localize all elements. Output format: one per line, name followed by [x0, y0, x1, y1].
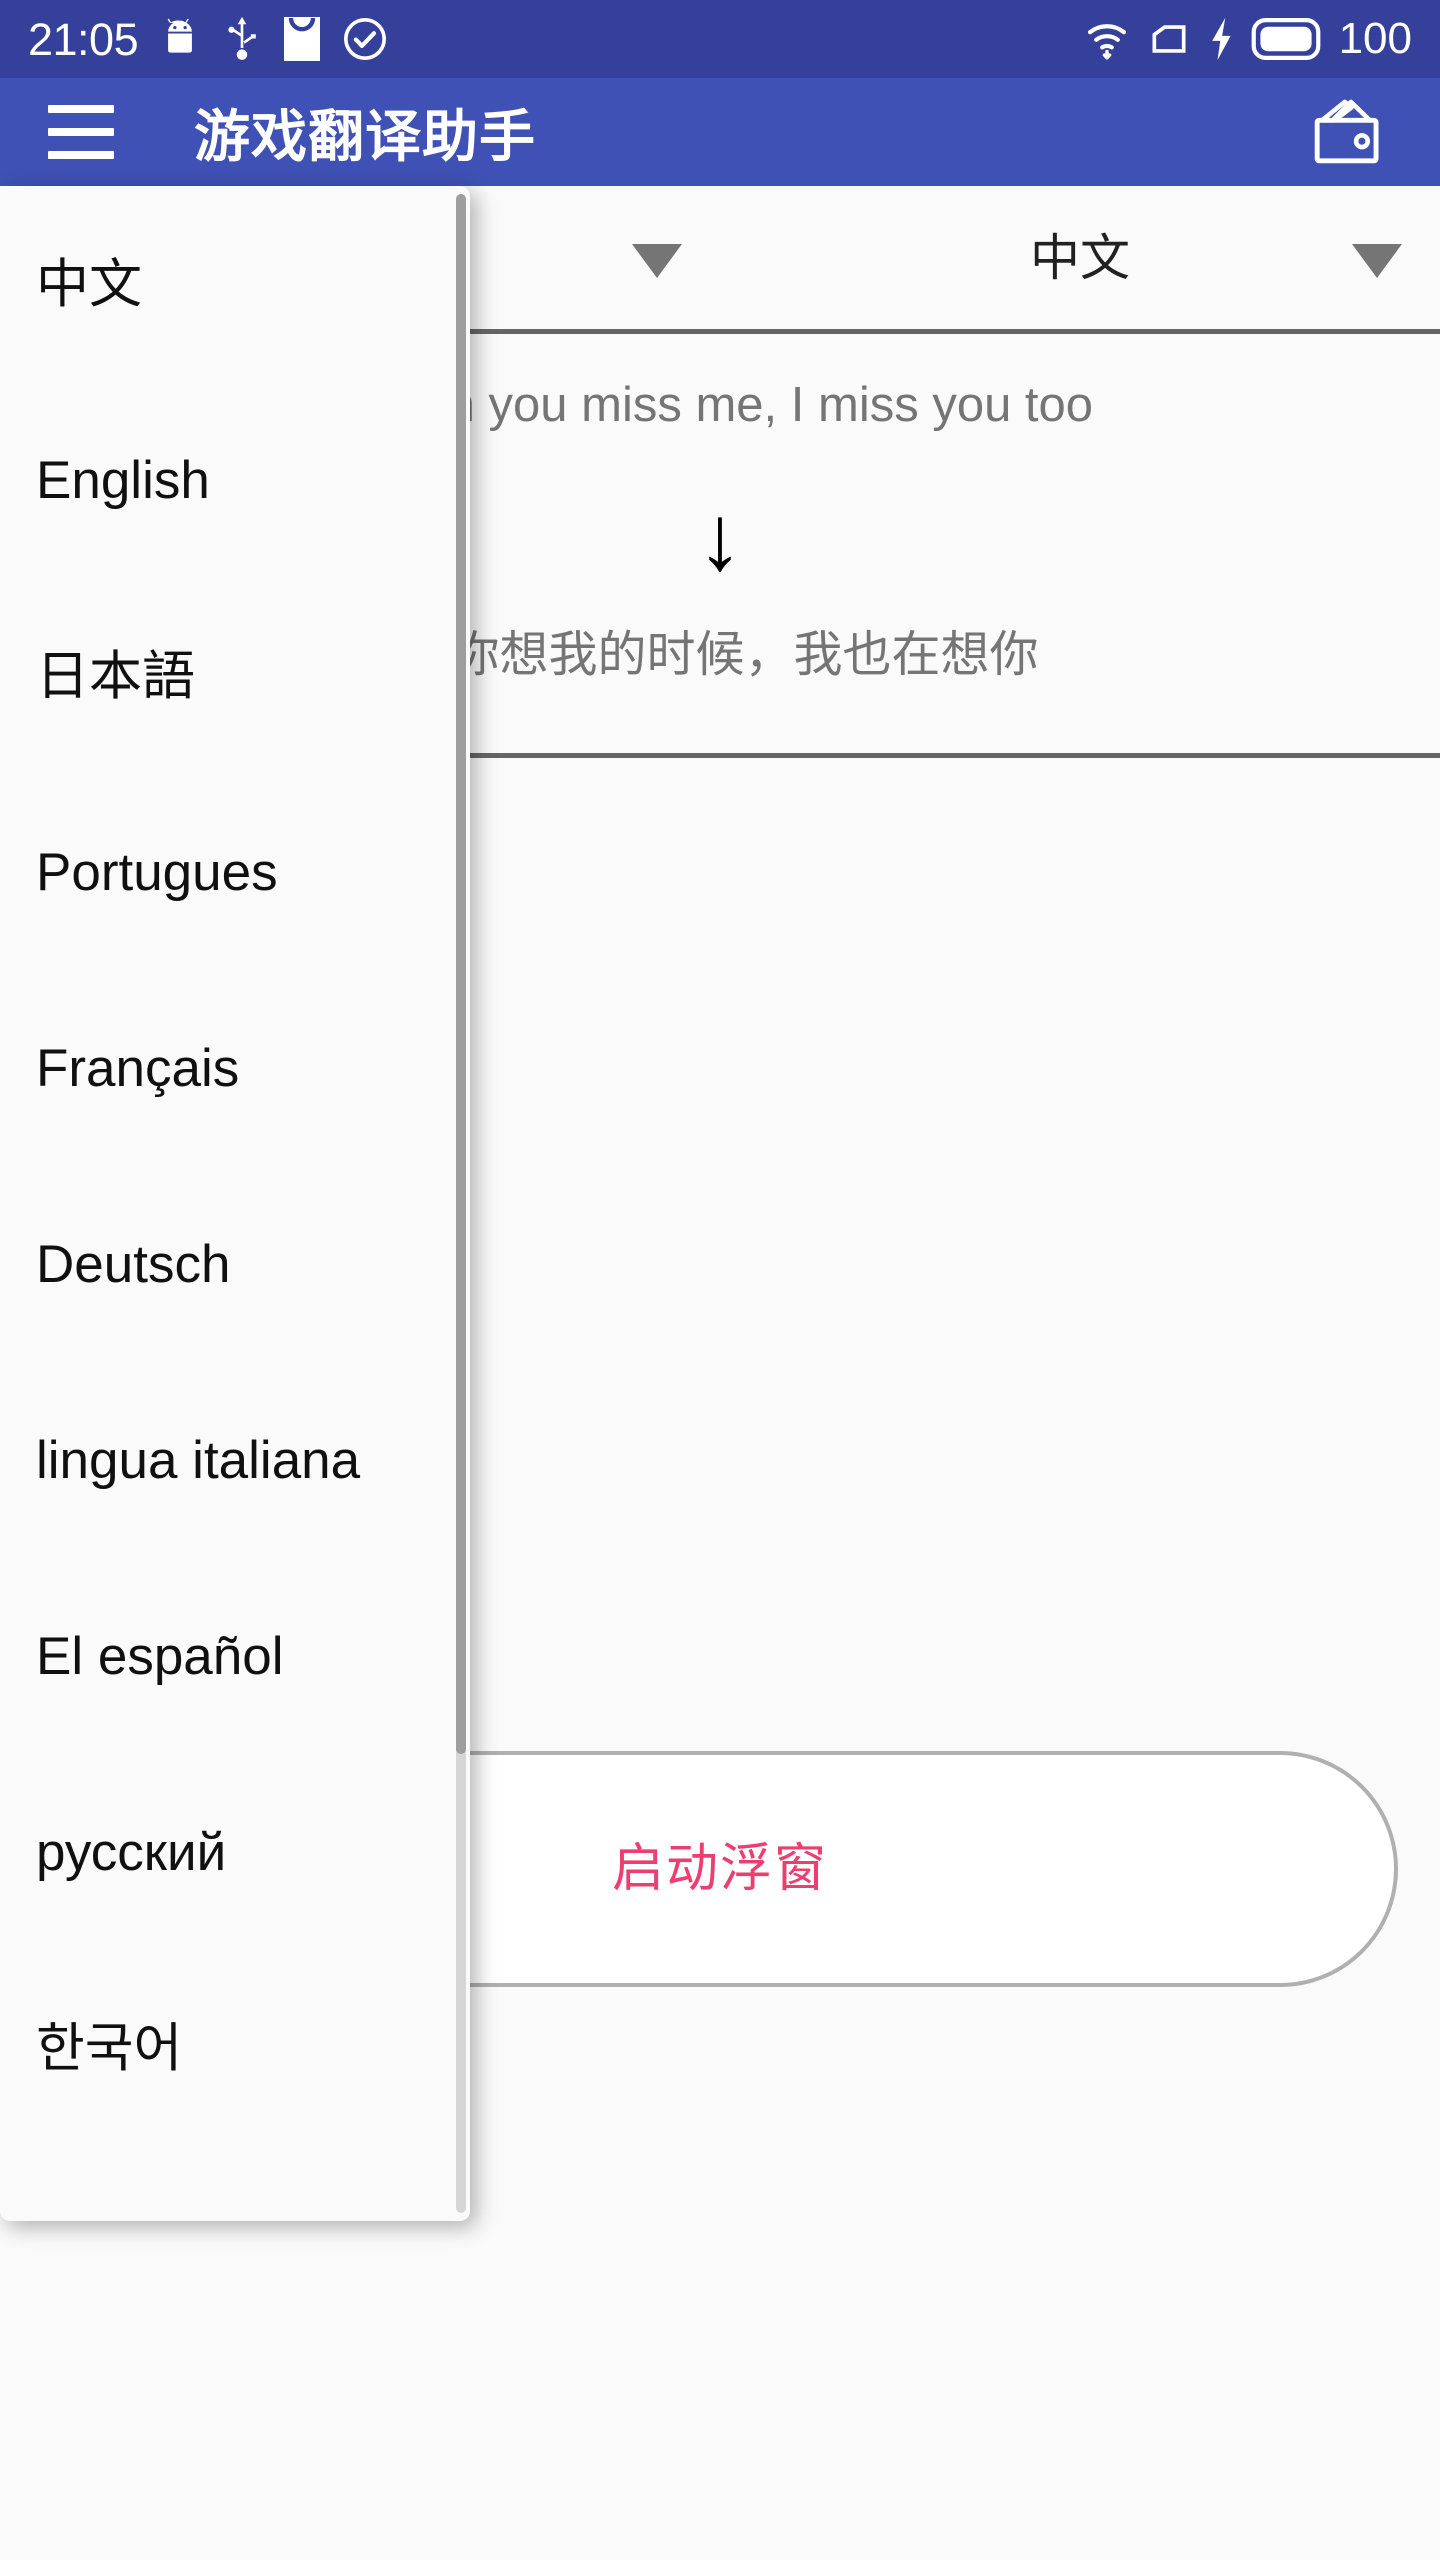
start-float-window-label: 启动浮窗 — [611, 1840, 828, 1898]
language-option-es[interactable]: El español — [0, 1558, 470, 1754]
language-option-label: 日本語 — [36, 646, 195, 706]
language-option-label: Deutsch — [36, 1234, 231, 1294]
language-option-ja[interactable]: 日本語 — [0, 578, 470, 774]
language-option-label: English — [36, 450, 210, 510]
language-option-label: Français — [36, 1038, 240, 1098]
language-option-label: Portugues — [36, 842, 278, 902]
dropdown-scrollbar-thumb[interactable] — [456, 194, 466, 1754]
language-dropdown-menu[interactable]: 中文 English 日本語 Portugues Français Deutsc… — [0, 186, 470, 2221]
language-option-ko[interactable]: 한국어 — [0, 1950, 470, 2146]
status-bar: 21:05 100 — [0, 0, 1440, 78]
battery-level-text: 100 — [1338, 14, 1412, 63]
android-robot-icon — [167, 18, 193, 53]
language-option-it[interactable]: lingua italiana — [0, 1362, 470, 1558]
chevron-down-icon — [632, 244, 682, 278]
usb-icon — [228, 16, 256, 60]
app-screen: 21:05 100 游戏翻译助手 中文 When you miss me, I … — [0, 0, 1440, 2560]
chevron-down-icon — [1352, 244, 1402, 278]
page-title: 游戏翻译助手 — [194, 104, 536, 168]
wallet-icon[interactable] — [1300, 86, 1392, 178]
hamburger-menu-icon[interactable] — [26, 78, 136, 186]
charging-bolt-icon — [1211, 17, 1231, 61]
language-option-ru[interactable]: русский — [0, 1754, 470, 1950]
battery-icon — [1251, 18, 1320, 60]
language-option-de[interactable]: Deutsch — [0, 1166, 470, 1362]
app-bar: 游戏翻译助手 — [0, 78, 1440, 186]
hamburger-bar-2 — [48, 128, 114, 136]
hamburger-bar-1 — [48, 105, 114, 113]
language-option-zh[interactable]: 中文 — [0, 186, 470, 382]
wallet-glyph — [1314, 99, 1379, 164]
language-option-label: lingua italiana — [36, 1430, 361, 1490]
hamburger-bar-3 — [48, 151, 114, 159]
target-language-value: 中文 — [1030, 229, 1130, 286]
status-bar-right-group: 100 — [1083, 15, 1412, 63]
language-option-label: 한국어 — [36, 2018, 183, 2078]
language-option-label: 中文 — [36, 254, 142, 314]
language-option-en[interactable]: English — [0, 382, 470, 578]
wifi-icon — [1087, 24, 1126, 60]
status-clock: 21:05 — [28, 13, 139, 65]
status-bar-left-group: 21:05 — [28, 15, 388, 63]
target-language-spinner[interactable]: 中文 — [720, 186, 1440, 334]
language-option-fr[interactable]: Français — [0, 970, 470, 1166]
language-option-pt[interactable]: Portugues — [0, 774, 470, 970]
play-store-bag-icon — [284, 17, 321, 61]
check-circle-icon — [344, 18, 387, 60]
sim-card-icon — [1152, 25, 1186, 53]
language-option-label: русский — [36, 1822, 227, 1882]
language-option-label: El español — [36, 1626, 284, 1686]
